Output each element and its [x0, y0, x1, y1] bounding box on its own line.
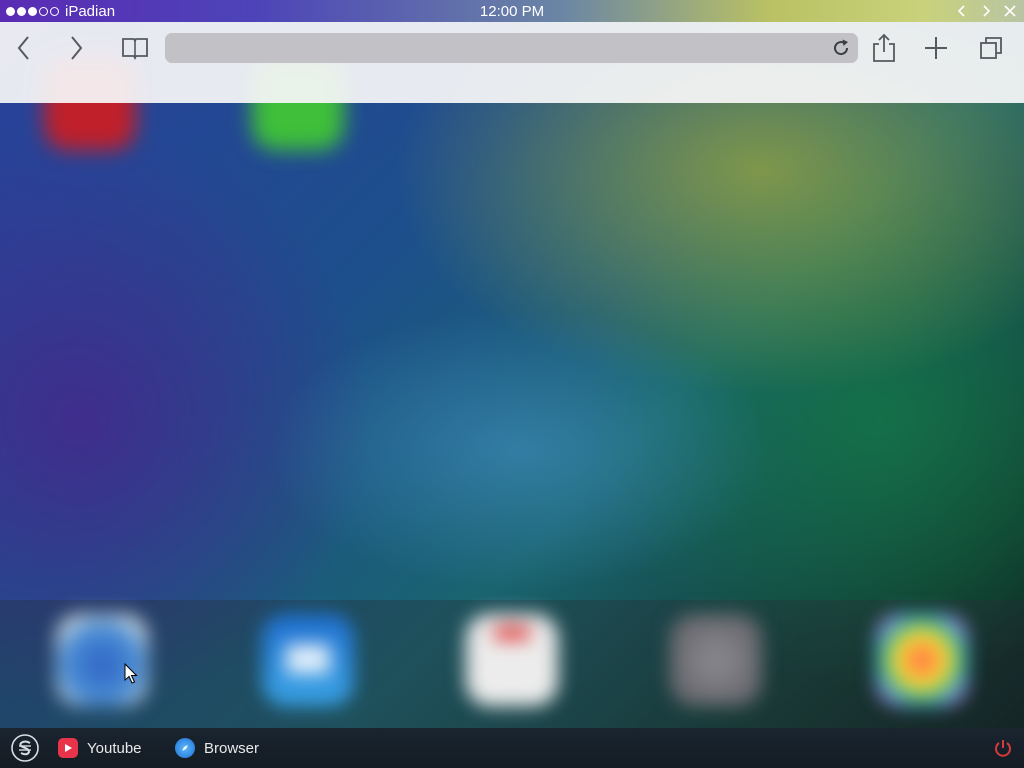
app-dock	[0, 600, 1024, 728]
youtube-icon	[58, 738, 78, 758]
forward-button[interactable]	[58, 30, 94, 66]
taskbar-item-youtube[interactable]: Youtube	[58, 737, 142, 759]
share-button[interactable]	[866, 30, 902, 66]
bookmarks-book-icon	[122, 38, 148, 60]
carrier-name: iPadian	[65, 2, 116, 20]
signal-dot	[50, 6, 59, 16]
status-bar: iPadian 12:00 PM	[0, 0, 1024, 22]
new-tab-button[interactable]	[918, 30, 954, 66]
taskbar: Youtube Browser	[0, 728, 1024, 768]
reload-icon[interactable]	[830, 37, 852, 59]
tabs-icon	[980, 37, 1002, 59]
status-clock: 12:00 PM	[479, 3, 545, 20]
signal-dot	[28, 6, 37, 16]
address-bar[interactable]	[165, 33, 858, 63]
safari-app-icon[interactable]	[56, 614, 148, 706]
signal-strength-icon	[6, 6, 59, 16]
photos-app-icon[interactable]	[876, 614, 968, 706]
back-icon	[17, 36, 29, 60]
mail-app-icon[interactable]	[262, 614, 354, 706]
mouse-cursor-icon	[124, 663, 138, 684]
browser-compass-icon	[175, 738, 195, 758]
signal-dot	[39, 6, 48, 16]
window-prev-button[interactable]	[952, 2, 972, 20]
window-controls	[952, 2, 1020, 20]
tabs-button[interactable]	[973, 30, 1009, 66]
back-button[interactable]	[6, 30, 42, 66]
window-close-button[interactable]	[1000, 2, 1020, 20]
ipadian-start-icon[interactable]	[10, 733, 40, 763]
browser-toolbar	[0, 22, 1024, 103]
url-input[interactable]	[179, 40, 818, 56]
taskbar-item-label: Browser	[204, 739, 260, 757]
taskbar-item-label: Youtube	[87, 739, 142, 757]
close-icon	[1004, 5, 1016, 17]
forward-icon	[71, 36, 83, 60]
settings-app-icon[interactable]	[670, 614, 762, 706]
signal-dot	[17, 6, 26, 16]
share-icon	[873, 33, 895, 62]
chevron-right-icon	[983, 5, 991, 17]
bookmarks-button[interactable]	[117, 30, 153, 66]
chevron-left-icon	[957, 5, 965, 17]
signal-dot	[6, 6, 15, 16]
calendar-app-icon[interactable]	[466, 614, 558, 706]
window-next-button[interactable]	[976, 2, 996, 20]
new-tab-plus-icon	[925, 37, 947, 59]
power-icon[interactable]	[993, 738, 1013, 758]
taskbar-item-browser[interactable]: Browser	[175, 737, 259, 759]
